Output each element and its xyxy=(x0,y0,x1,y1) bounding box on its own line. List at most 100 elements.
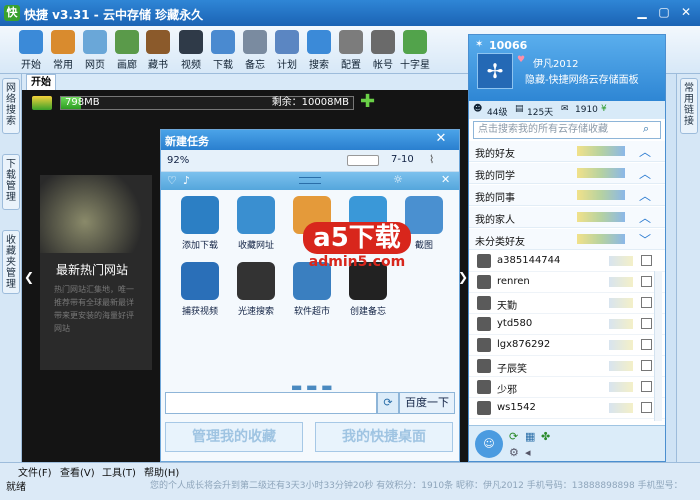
friend-status-icons xyxy=(609,361,633,371)
left-sidebar: 网络搜索 下载管理 收藏夹管理 xyxy=(0,74,22,464)
menu-tools[interactable]: 工具(T) xyxy=(102,464,136,479)
friend-checkbox[interactable] xyxy=(641,381,652,392)
grid-item-0[interactable]: 添加下载 xyxy=(173,196,227,251)
dialog-search-input[interactable] xyxy=(165,392,377,414)
contacts-footer-user-icon[interactable]: ☺ xyxy=(475,430,503,458)
contact-group[interactable]: 我的好友 ︿ xyxy=(469,141,665,162)
storage-bar: 798MB 剩余：10008MB xyxy=(60,96,354,110)
chevron-icon[interactable]: ﹀ xyxy=(639,231,651,248)
capture-video-icon xyxy=(181,262,219,300)
contacts-search-input[interactable]: 点击搜索我的所有云存储收藏 xyxy=(473,121,661,139)
friend-checkbox[interactable] xyxy=(641,297,652,308)
friend-checkbox[interactable] xyxy=(641,276,652,287)
group-status-icons xyxy=(577,212,625,222)
nav-headphone-icon[interactable]: ♪ xyxy=(183,174,190,187)
friend-row[interactable]: ws1542 xyxy=(469,398,665,419)
contact-group[interactable]: 未分类好友 ﹀ xyxy=(469,229,665,250)
grid-item-6[interactable]: 光速搜索 xyxy=(229,262,283,317)
friend-checkbox[interactable] xyxy=(641,318,652,329)
friend-checkbox[interactable] xyxy=(641,360,652,371)
hot-sites-title: 最新热门网站 xyxy=(56,263,129,277)
friend-row[interactable]: renren xyxy=(469,272,665,293)
star-icon xyxy=(403,30,427,54)
friend-checkbox[interactable] xyxy=(641,402,652,413)
friend-checkbox[interactable] xyxy=(641,339,652,350)
group-status-icons xyxy=(577,146,625,156)
search-icon[interactable]: ⌕ xyxy=(643,122,649,136)
dialog-refresh-icon[interactable]: ⟳ xyxy=(377,392,399,414)
friend-row[interactable]: ytd580 xyxy=(469,314,665,335)
grid-item-5[interactable]: 捕获视频 xyxy=(173,262,227,317)
prev-arrow-icon[interactable]: ❮ xyxy=(24,270,34,284)
my-desktop-button[interactable]: 我的快捷桌面 xyxy=(315,422,453,452)
nav-close-icon[interactable]: ✕ xyxy=(441,173,450,186)
toolbar-item-6[interactable]: 下载 xyxy=(206,28,240,72)
toolbar-item-11[interactable]: 帐号 xyxy=(366,28,400,72)
chevron-icon[interactable]: ︿ xyxy=(639,143,651,160)
toolbar-item-5[interactable]: 视频 xyxy=(174,28,208,72)
contact-group[interactable]: 我的同学 ︿ xyxy=(469,163,665,184)
hot-sites-panel[interactable]: 最新热门网站 热门网站汇集地，唯一推荐带有全球最新最详带来更安装的海量好评网站 xyxy=(40,175,152,370)
signature[interactable]: 隐藏-快捷网络云存储面板 xyxy=(525,71,639,86)
chevron-icon[interactable]: ︿ xyxy=(639,209,651,226)
manage-favorites-button[interactable]: 管理我的收藏 xyxy=(165,422,303,452)
brightness-icon[interactable]: ☼ xyxy=(393,173,403,186)
dialog-clock: 7-10 xyxy=(391,154,414,165)
chevron-icon[interactable]: ︿ xyxy=(639,187,651,204)
friend-checkbox[interactable] xyxy=(641,255,652,266)
baidu-search-button[interactable]: 百度一下 xyxy=(399,392,455,414)
refresh-icon[interactable]: ⟳ xyxy=(509,430,518,443)
menu-file[interactable]: 文件(F) xyxy=(18,464,52,479)
contacts-grid-icon[interactable]: ▦ xyxy=(525,430,535,443)
contacts-scrollbar[interactable] xyxy=(654,271,662,421)
film-icon xyxy=(179,30,203,54)
toolbar-item-2[interactable]: 网页 xyxy=(78,28,112,72)
minimize-button[interactable]: ▁ xyxy=(632,3,652,21)
grip-handle-icon[interactable] xyxy=(299,177,321,184)
menu-view[interactable]: 查看(V) xyxy=(60,464,95,479)
tab-common-links[interactable]: 常用链接 xyxy=(680,78,698,134)
add-storage-icon[interactable]: ✚ xyxy=(360,93,375,111)
friend-avatar xyxy=(477,254,491,268)
dialog-close-icon[interactable]: ✕ xyxy=(431,131,451,146)
toolbar-item-0[interactable]: 开始 xyxy=(14,28,48,72)
toolbar-item-7[interactable]: 备忘 xyxy=(238,28,272,72)
dialog-switch[interactable] xyxy=(347,155,379,166)
avatar[interactable]: ✢ xyxy=(477,53,513,89)
friend-row[interactable]: 天勤 xyxy=(469,293,665,314)
contact-group[interactable]: 我的家人 ︿ xyxy=(469,207,665,228)
toolbar-item-8[interactable]: 计划 xyxy=(270,28,304,72)
contact-group[interactable]: 我的同事 ︿ xyxy=(469,185,665,206)
settings-icon[interactable]: ⚙ xyxy=(509,446,519,459)
maximize-button[interactable]: ▢ xyxy=(654,3,674,21)
close-button[interactable]: ✕ xyxy=(676,3,696,21)
toolbar-item-12[interactable]: 十字星 xyxy=(398,28,432,72)
status-text: 就绪 xyxy=(6,482,26,493)
menu-help[interactable]: 帮助(H) xyxy=(144,464,179,479)
friend-row[interactable]: a385144744 xyxy=(469,251,665,272)
friend-row[interactable]: 子辰笑 xyxy=(469,356,665,377)
tab-web-search[interactable]: 网络搜索 xyxy=(2,78,20,134)
tab-start[interactable]: 开始 xyxy=(26,74,56,90)
nav-favorite-icon[interactable]: ♡ xyxy=(167,174,177,187)
friend-name: ws1542 xyxy=(497,402,536,413)
stats-row: ☻ 44级 ▤ 125天 ✉ 1910 ¥ xyxy=(469,101,665,119)
toolbar-item-3[interactable]: 画廊 xyxy=(110,28,144,72)
toolbar-item-10[interactable]: 配置 xyxy=(334,28,368,72)
grid-item-1[interactable]: 收藏网址 xyxy=(229,196,283,251)
tab-favorites-manager[interactable]: 收藏夹管理 xyxy=(2,230,20,294)
tab-download-manager[interactable]: 下载管理 xyxy=(2,154,20,210)
friend-row[interactable]: lgx876292 xyxy=(469,335,665,356)
volume-icon[interactable]: ◂ xyxy=(525,446,531,459)
friend-row[interactable]: 少邪 xyxy=(469,377,665,398)
toolbar-item-4[interactable]: 藏书 xyxy=(141,28,175,72)
toolbar-item-9[interactable]: 搜索 xyxy=(302,28,336,72)
group-label: 未分类好友 xyxy=(475,237,525,248)
chevron-icon[interactable]: ︿ xyxy=(639,165,651,182)
clover-icon[interactable]: ✤ xyxy=(541,430,550,443)
toolbar-item-1[interactable]: 常用 xyxy=(46,28,80,72)
notepad-icon xyxy=(243,30,267,54)
gallery-icon xyxy=(115,30,139,54)
friend-name: 天勤 xyxy=(497,301,517,312)
grid-item-label: 创建备忘 xyxy=(349,307,386,317)
